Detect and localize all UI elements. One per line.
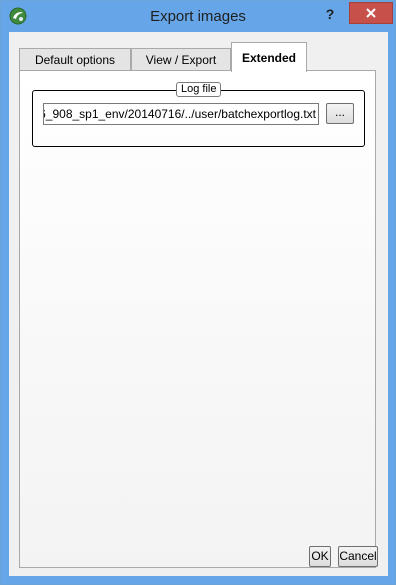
title-bar[interactable]: Export images ?	[1, 1, 395, 32]
close-icon	[366, 8, 376, 18]
tab-view-export[interactable]: View / Export	[131, 48, 231, 70]
dialog-body: Default options View / Export Extended L…	[9, 32, 388, 576]
export-images-window: Export images ? Default options View / E…	[0, 0, 396, 585]
log-file-group: Log file '16_908_sp1_env/20140716/../use…	[32, 82, 365, 147]
extended-tab-panel: Log file '16_908_sp1_env/20140716/../use…	[19, 70, 376, 568]
log-file-path-input[interactable]: '16_908_sp1_env/20140716/../user/batchex…	[43, 103, 319, 125]
log-file-group-title: Log file	[176, 82, 222, 97]
close-button[interactable]	[349, 2, 393, 24]
log-file-path-text: '16_908_sp1_env/20140716/../user/batchex…	[43, 107, 316, 121]
tab-default-options[interactable]: Default options	[19, 48, 131, 70]
help-button[interactable]: ?	[317, 3, 343, 27]
ok-button[interactable]: OK	[309, 546, 331, 567]
browse-button[interactable]: ...	[326, 103, 354, 124]
cancel-button[interactable]: Cancel	[338, 546, 378, 567]
tab-extended[interactable]: Extended	[231, 42, 307, 72]
tab-bar: Default options View / Export Extended	[19, 42, 379, 72]
